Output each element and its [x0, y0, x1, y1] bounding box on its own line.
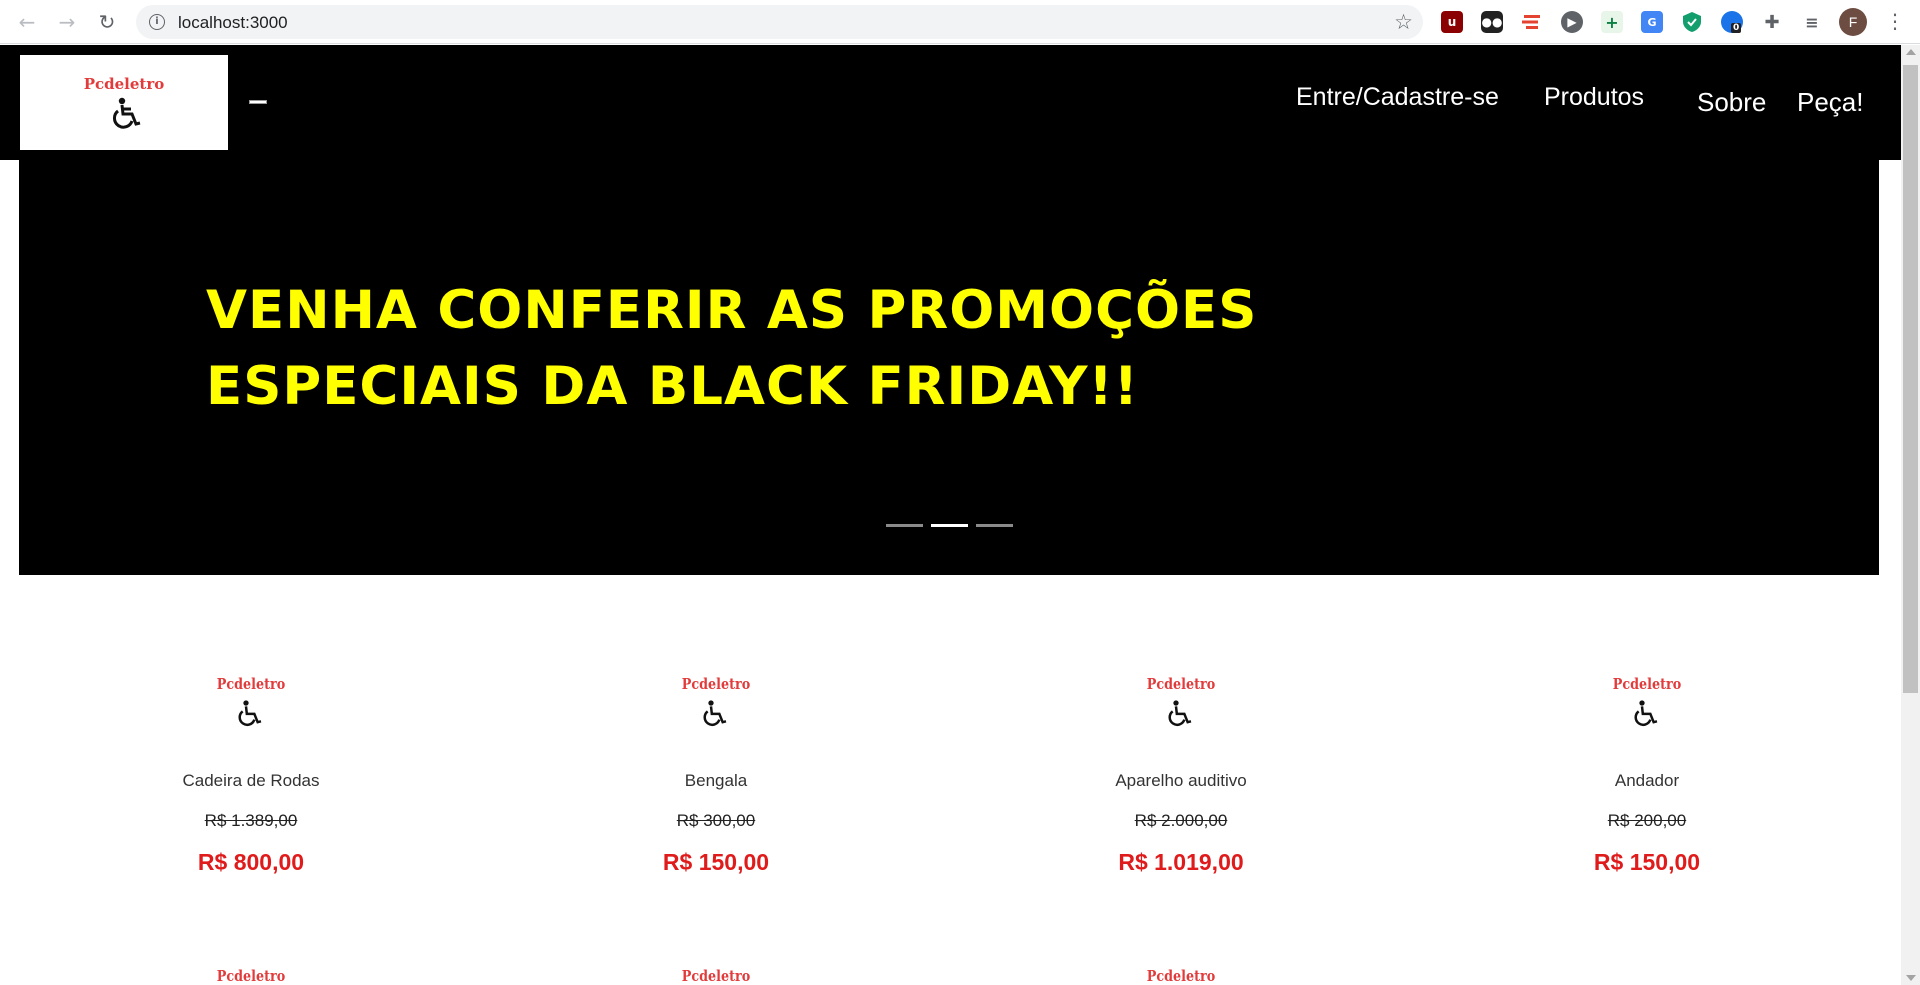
- product-price: R$ 150,00: [662, 849, 770, 875]
- product-logo-text: Pcdeletro: [1612, 675, 1682, 693]
- translate-icon[interactable]: G: [1641, 11, 1663, 33]
- brand-name: Pcdeletro: [83, 75, 165, 93]
- product-name[interactable]: Andador: [1482, 771, 1812, 791]
- product-price: R$ 150,00: [1593, 849, 1701, 875]
- wheelchair-icon: [703, 700, 727, 727]
- hero-headline-line-1: VENHA CONFERIR AS PROMOÇÕES: [206, 280, 1258, 341]
- product-card[interactable]: Pcdeletro Cadeira de Rodas R$ 1.389,00 R…: [86, 665, 416, 876]
- product-name[interactable]: Bengala: [551, 771, 881, 791]
- carousel-indicator-2[interactable]: [931, 524, 968, 527]
- product-old-price: R$ 2.000,00: [1134, 811, 1228, 830]
- reload-icon[interactable]: ↻: [95, 10, 119, 34]
- brand-logo[interactable]: Pcdeletro: [20, 55, 228, 150]
- wheelchair-icon: [238, 700, 262, 727]
- url-text[interactable]: localhost:3000: [178, 13, 288, 33]
- browser-menu-icon[interactable]: ⋮: [1885, 9, 1905, 33]
- hero-headline-line-2: ESPECIAIS DA BLACK FRIDAY!!: [206, 356, 1139, 417]
- product-logo-text: Pcdeletro: [1146, 675, 1216, 693]
- forward-icon[interactable]: →: [55, 10, 79, 34]
- reading-list-icon[interactable]: ≡: [1801, 11, 1823, 33]
- scrollbar-thumb[interactable]: [1903, 65, 1918, 693]
- wheelchair-icon: [1168, 700, 1192, 727]
- extension-badge: 0: [1731, 23, 1742, 33]
- plus-extension-icon[interactable]: +: [1601, 11, 1623, 33]
- ublock-icon[interactable]: u: [1441, 11, 1463, 33]
- product-price: R$ 1.019,00: [1118, 849, 1244, 875]
- nav-products[interactable]: Produtos: [1544, 83, 1644, 112]
- nav-login[interactable]: Entre/Cadastre-se: [1296, 83, 1499, 112]
- bookmark-star-icon[interactable]: ☆: [1394, 10, 1413, 34]
- menu-toggle-button[interactable]: [249, 100, 267, 104]
- product-old-price: R$ 300,00: [676, 811, 756, 830]
- nav-order[interactable]: Peça!: [1797, 87, 1864, 118]
- nav-about[interactable]: Sobre: [1697, 87, 1766, 118]
- product-logo-text: Pcdeletro: [681, 967, 751, 985]
- browser-toolbar: ← → ↻ i localhost:3000 ☆ u ●● ▶ + G 0 ✚ …: [0, 0, 1920, 44]
- address-bar[interactable]: i localhost:3000 ☆: [136, 5, 1423, 39]
- product-logo-text: Pcdeletro: [216, 675, 286, 693]
- site-header: Pcdeletro Entre/Cadastre-se Produtos Sob…: [0, 45, 1901, 160]
- notification-extension-icon[interactable]: 0: [1721, 11, 1743, 33]
- product-image[interactable]: Pcdeletro: [206, 665, 296, 755]
- product-image[interactable]: Pcdeletro: [1602, 665, 1692, 755]
- product-image[interactable]: Pcdeletro: [1136, 665, 1226, 755]
- todoist-icon[interactable]: [1521, 11, 1543, 33]
- wheelchair-icon: [113, 97, 141, 129]
- wheelchair-icon: [1634, 700, 1658, 727]
- product-price: R$ 800,00: [197, 849, 305, 875]
- avatar[interactable]: F: [1839, 8, 1867, 36]
- back-icon[interactable]: ←: [15, 10, 39, 34]
- product-logo-text: Pcdeletro: [216, 967, 286, 985]
- vertical-scrollbar[interactable]: [1901, 45, 1920, 985]
- product-image[interactable]: Pcdeletro: [206, 957, 296, 985]
- tampermonkey-icon[interactable]: ●●: [1481, 11, 1503, 33]
- carousel-indicator-3[interactable]: [976, 524, 1013, 527]
- product-image[interactable]: Pcdeletro: [671, 665, 761, 755]
- scroll-up-arrow-icon[interactable]: [1906, 49, 1916, 55]
- site-info-icon[interactable]: i: [149, 14, 165, 30]
- product-image[interactable]: Pcdeletro: [671, 957, 761, 985]
- carousel-indicator-1[interactable]: [886, 524, 923, 527]
- product-card[interactable]: Pcdeletro Bengala R$ 300,00 R$ 150,00: [551, 665, 881, 876]
- product-old-price: R$ 200,00: [1607, 811, 1687, 830]
- media-play-icon[interactable]: ▶: [1561, 11, 1583, 33]
- page-viewport: Pcdeletro Entre/Cadastre-se Produtos Sob…: [0, 45, 1901, 985]
- scroll-down-arrow-icon[interactable]: [1906, 975, 1916, 981]
- product-name[interactable]: Aparelho auditivo: [1016, 771, 1346, 791]
- puzzle-icon[interactable]: ✚: [1761, 11, 1783, 33]
- product-card[interactable]: Pcdeletro Andador R$ 200,00 R$ 150,00: [1482, 665, 1812, 876]
- product-old-price: R$ 1.389,00: [204, 811, 298, 830]
- shield-check-icon[interactable]: [1681, 11, 1703, 33]
- product-card[interactable]: Pcdeletro Aparelho auditivo R$ 2.000,00 …: [1016, 665, 1346, 876]
- product-image[interactable]: Pcdeletro: [1136, 957, 1226, 985]
- product-name[interactable]: Cadeira de Rodas: [86, 771, 416, 791]
- promo-carousel[interactable]: VENHA CONFERIR AS PROMOÇÕES ESPECIAIS DA…: [19, 160, 1879, 575]
- product-logo-text: Pcdeletro: [1146, 967, 1216, 985]
- product-logo-text: Pcdeletro: [681, 675, 751, 693]
